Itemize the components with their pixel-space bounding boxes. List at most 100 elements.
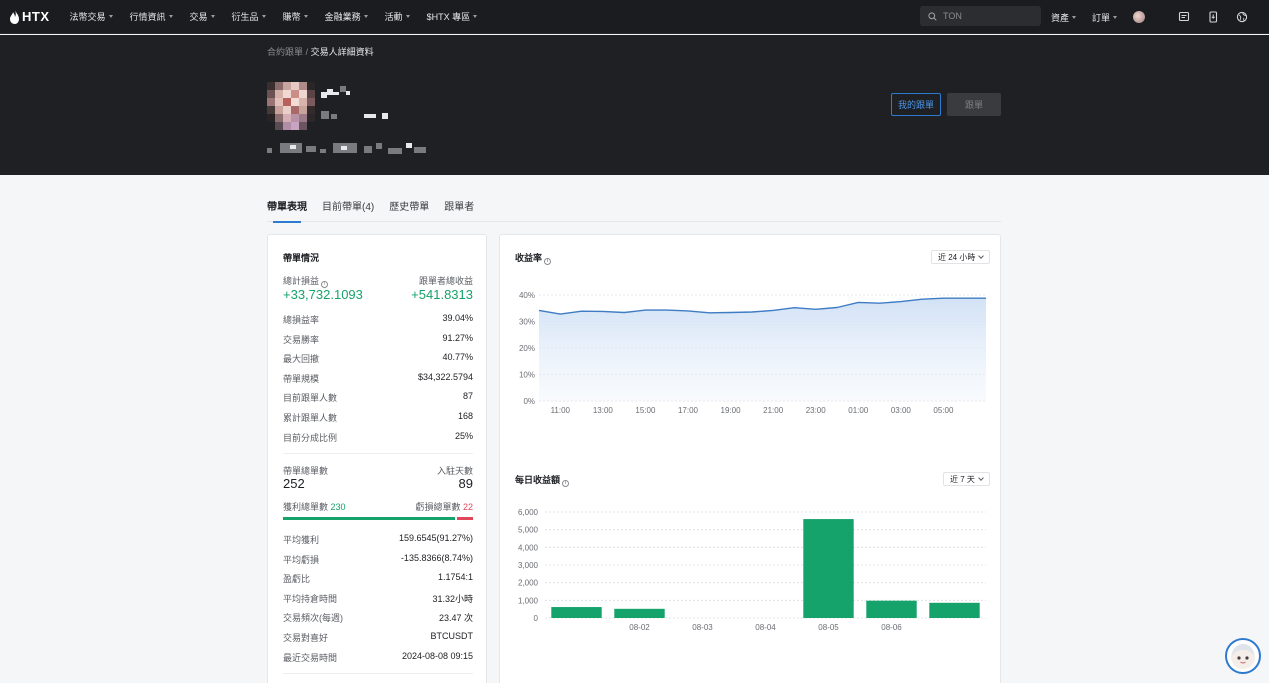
daily-range-select[interactable]: 近 7 天 <box>943 472 990 486</box>
htx-flame-icon <box>10 9 19 24</box>
yield-chart-title-text: 收益率 <box>515 253 543 263</box>
x-tick-label: 08-05 <box>818 623 839 632</box>
stat-row: 累計跟單人數 168 <box>283 411 473 424</box>
stat-value: 23.47 次 <box>438 613 473 624</box>
stat-value: 91.27% <box>442 332 473 343</box>
stat-label: 交易勝率 <box>283 334 320 345</box>
menu-events[interactable]: 活動 <box>385 10 410 23</box>
x-tick-label: 11:00 <box>551 406 571 415</box>
y-tick-label: 2,000 <box>518 579 539 588</box>
win-loss-ratio-bar <box>283 517 473 520</box>
menu-label: 交易 <box>189 12 208 22</box>
stat-row: 平均持倉時間 31.32小時 <box>283 592 473 605</box>
y-tick-label: 0% <box>523 397 535 406</box>
stat-row: 平均虧損 -135.8366(8.74%) <box>283 553 473 566</box>
chevron-down-icon <box>303 15 308 18</box>
stat-label: 目前跟單人數 <box>283 393 338 404</box>
yield-area <box>539 298 986 401</box>
chevron-down-icon <box>261 15 266 18</box>
tab-history-orders[interactable]: 歷史帶單 <box>389 198 429 222</box>
menu-assets[interactable]: 資產 <box>1051 11 1077 24</box>
mobile-download-icon[interactable] <box>1206 10 1220 24</box>
stat-value: 25% <box>454 430 473 441</box>
menu-finance[interactable]: 金融業務 <box>325 10 368 23</box>
total-pnl-label: 總計損益 i <box>283 274 329 288</box>
search-box[interactable] <box>920 6 1041 26</box>
stat-value: 39.04% <box>442 313 473 323</box>
x-tick-label: 05:00 <box>933 406 954 415</box>
info-icon[interactable]: i <box>562 480 570 487</box>
follower-pnl-value: +541.8313 <box>411 287 473 302</box>
stat-label: 最近交易時間 <box>283 652 338 663</box>
breadcrumb-parent[interactable]: 合約跟單 <box>267 47 303 57</box>
x-tick-label: 03:00 <box>891 406 912 415</box>
chevron-down-icon <box>108 15 113 18</box>
menu-label: 資產 <box>1051 12 1070 23</box>
copy-trade-button[interactable]: 跟單 <box>947 93 1001 116</box>
y-tick-label: 10% <box>519 371 535 380</box>
x-tick-label: 13:00 <box>593 406 614 415</box>
stat-row: 盈虧比 1.1754:1 <box>283 572 473 585</box>
y-tick-label: 0 <box>534 614 539 623</box>
stat-value: 31.32小時 <box>432 593 473 604</box>
logo-text: HTX <box>22 9 50 24</box>
stat-label: 平均持倉時間 <box>283 593 338 604</box>
tab-current-orders[interactable]: 目前帶單(4) <box>322 198 374 222</box>
win-orders-label: 獲利總單數 <box>283 502 329 512</box>
stat-value: 168 <box>457 411 473 421</box>
stat-row: 最大回撤 40.77% <box>283 352 473 365</box>
win-orders: 獲利總單數 230 <box>283 500 346 513</box>
bar-08-02 <box>614 608 665 618</box>
stats-title: 帶單情況 <box>283 253 320 263</box>
menu-label: 活動 <box>384 12 403 22</box>
stat-label: 盈虧比 <box>283 574 311 585</box>
message-icon[interactable] <box>1177 10 1191 24</box>
charts-card: 收益率 i 近 24 小時 0% 10% 20% 30% 40% 11:00 13:00 15:… <box>499 234 1001 683</box>
stat-row: 目前分成比例 25% <box>283 431 473 444</box>
menu-label: 法幣交易 <box>69 12 106 22</box>
htx-logo[interactable]: HTX <box>10 9 50 24</box>
stat-label: 目前分成比例 <box>283 432 338 443</box>
main-menu: 法幣交易 行情資訊 交易 衍生品 賺幣 金融業務 活動 $HTX 專區 <box>70 10 495 23</box>
menu-htx-zone[interactable]: $HTX 專區 <box>427 10 478 23</box>
y-tick-label: 1,000 <box>518 596 539 605</box>
menu-earn[interactable]: 賺幣 <box>283 10 308 23</box>
x-tick-label: 19:00 <box>721 406 742 415</box>
yield-range-select[interactable]: 近 24 小時 <box>931 250 991 264</box>
menu-orders[interactable]: 訂單 <box>1092 11 1118 24</box>
menu-derivatives[interactable]: 衍生品 <box>232 10 266 23</box>
tab-performance[interactable]: 帶單表現 <box>267 198 307 223</box>
stat-row: 交易勝率 91.27% <box>283 333 473 346</box>
menu-label: 金融業務 <box>324 12 361 22</box>
stat-row: 總損益率 39.04% <box>283 313 473 326</box>
x-tick-label: 08-03 <box>692 623 713 632</box>
stat-row: 平均獲利 159.6545(91.27%) <box>283 533 473 546</box>
stat-row: 帶單規模 $34,322.5794 <box>283 372 473 385</box>
user-avatar[interactable] <box>1133 11 1146 23</box>
y-tick-label: 4,000 <box>518 543 539 552</box>
divider <box>283 453 473 454</box>
menu-fiat[interactable]: 法幣交易 <box>70 10 113 23</box>
breadcrumb: 合約跟單 / 交易人詳細資料 <box>267 45 374 58</box>
support-chat-button[interactable] <box>1225 638 1261 674</box>
info-icon[interactable]: i <box>544 258 552 265</box>
menu-label: 衍生品 <box>231 12 259 22</box>
search-input[interactable] <box>943 11 1033 21</box>
x-tick-label: 01:00 <box>848 406 869 415</box>
trader-avatar-pixelated <box>267 82 315 130</box>
trader-hero: 合約跟單 / 交易人詳細資料 我的跟單 跟單 <box>0 35 1269 175</box>
x-tick-label: 08-06 <box>881 623 902 632</box>
menu-markets[interactable]: 行情資訊 <box>130 10 173 23</box>
days-value: 89 <box>458 476 473 491</box>
stat-label: 交易頻次(每週) <box>283 613 343 624</box>
menu-trade[interactable]: 交易 <box>190 10 215 23</box>
bar-08-01 <box>551 607 602 618</box>
loss-segment <box>456 517 473 520</box>
globe-icon[interactable] <box>1235 10 1249 24</box>
chevron-down-icon <box>978 474 984 481</box>
stat-value: BTCUSDT <box>430 631 474 641</box>
search-icon <box>928 11 937 21</box>
my-copy-trading-button[interactable]: 我的跟單 <box>891 93 941 116</box>
menu-label: 賺幣 <box>282 12 301 22</box>
tab-followers[interactable]: 跟單者 <box>444 198 474 222</box>
